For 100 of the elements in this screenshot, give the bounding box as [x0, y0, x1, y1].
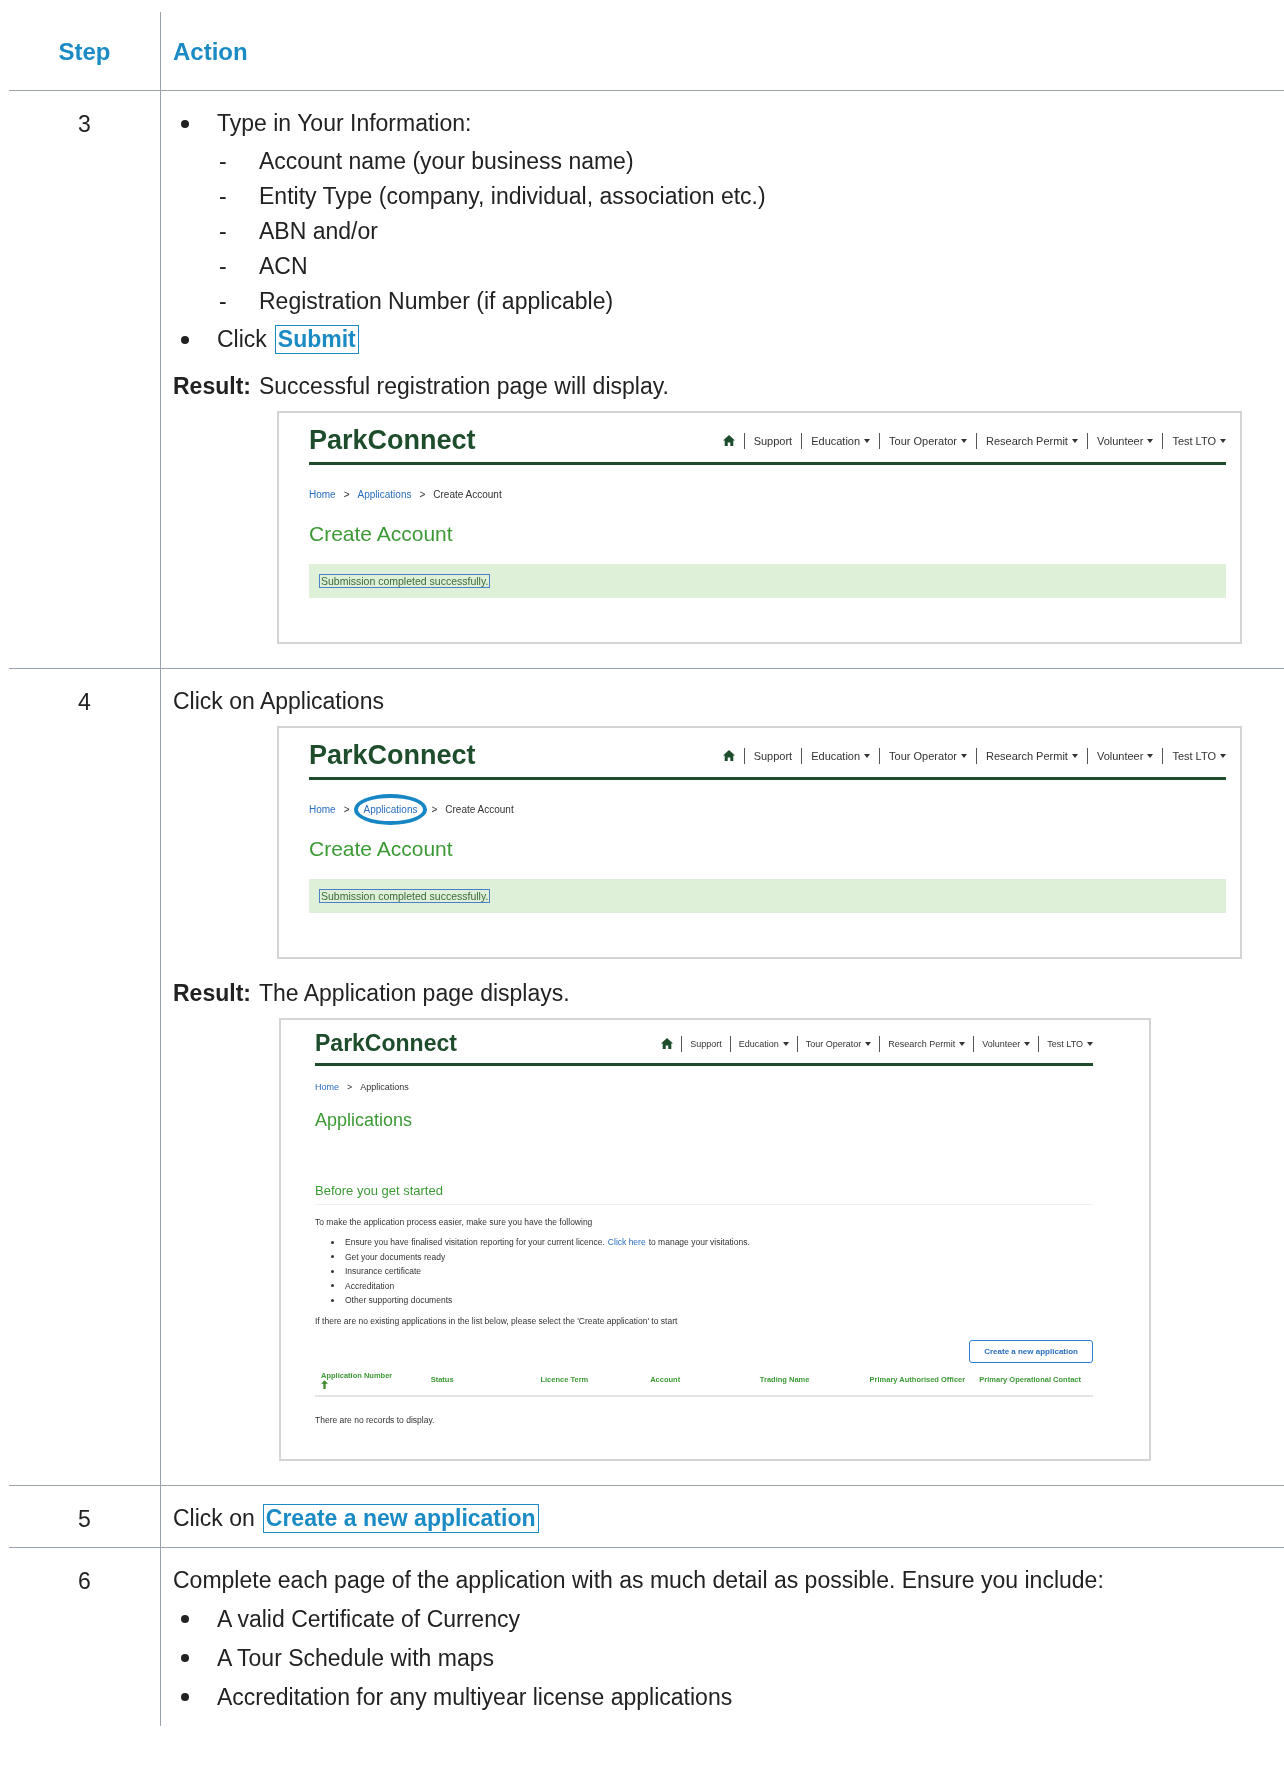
nav-menu-item[interactable]: Support: [753, 434, 793, 447]
dash-marker: -: [219, 253, 228, 280]
home-icon[interactable]: [722, 750, 735, 761]
nav-menu-item[interactable]: Tour Operator: [889, 749, 967, 762]
list-item-text: Account name (your business name): [259, 148, 634, 175]
breadcrumb-separator: >: [431, 804, 438, 815]
success-alert: Submission completed successfully.: [309, 879, 1226, 913]
caret-icon: [1071, 438, 1078, 443]
dash-marker: -: [219, 288, 228, 315]
intro-text: To make the application process easier, make sure you have the following: [315, 1217, 594, 1227]
bullet-icon: [331, 1284, 334, 1288]
bullet-icon: [331, 1298, 334, 1302]
page-heading: Applications: [315, 1110, 414, 1131]
list-item-text: Get your documents ready: [345, 1250, 446, 1264]
success-alert: Submission completed successfully.: [309, 564, 1226, 598]
breadcrumb-link[interactable]: Home: [309, 802, 336, 817]
nav-menu-item[interactable]: Tour Operator: [889, 434, 967, 447]
breadcrumb-link[interactable]: Applications: [353, 794, 428, 825]
list-item-text: Accreditation: [345, 1279, 395, 1293]
caret-icon: [1220, 753, 1226, 758]
caret-icon: [1220, 438, 1226, 443]
result-text: Successful registration page will display.: [258, 373, 669, 400]
breadcrumb-link[interactable]: Home: [315, 1080, 339, 1094]
section-heading: Before you get started: [315, 1183, 1093, 1205]
caret-icon: [864, 753, 871, 758]
site-logo: ParkConnect: [309, 740, 476, 771]
instruction-text: Complete each page of the application with as much detail as possible. Ensure you include:: [173, 1566, 1104, 1594]
list-item-text: Other supporting documents: [345, 1294, 453, 1307]
breadcrumb-separator: >: [343, 489, 350, 500]
nav-menu-item[interactable]: Research Permit: [888, 1038, 966, 1049]
step-number: 6: [78, 1566, 91, 1595]
bullet-icon: [331, 1255, 334, 1259]
caret-icon: [961, 753, 967, 758]
caret-icon: [1024, 1041, 1031, 1046]
caret-icon: [1147, 438, 1154, 443]
bullet-icon: [181, 1654, 189, 1662]
nav-menu-item[interactable]: Research Permit: [986, 434, 1078, 447]
step-number: 3: [78, 110, 91, 138]
page-heading: Create Account: [309, 837, 454, 861]
list-item-text: ABN and/or: [259, 218, 378, 245]
dash-marker: -: [219, 148, 228, 175]
home-icon[interactable]: [722, 435, 735, 446]
instruction-text: A Tour Schedule with maps: [217, 1644, 494, 1672]
caret-icon: [1071, 753, 1078, 758]
create-application-button[interactable]: Create a new application: [969, 1339, 1093, 1363]
site-logo: ParkConnect: [309, 425, 476, 456]
nav-menu-item[interactable]: Education: [738, 1038, 789, 1049]
list-item-text: Entity Type (company, individual, association etc.): [259, 183, 766, 210]
breadcrumb-separator: >: [347, 1082, 353, 1092]
bullet-icon: [181, 119, 189, 128]
breadcrumb-link[interactable]: Home: [309, 487, 336, 502]
button-reference: Create a new application: [262, 1503, 539, 1533]
column-header: Action: [173, 38, 248, 65]
result-text: The Application page displays.: [258, 980, 570, 1007]
nav-menu-item[interactable]: Support: [753, 749, 793, 762]
breadcrumb-link[interactable]: Applications: [357, 487, 412, 502]
column-header: Step: [58, 38, 111, 65]
step-number: 4: [78, 688, 91, 716]
list-item-text: to manage your visitations.: [648, 1236, 750, 1249]
nav-menu-item[interactable]: Test LTO: [1047, 1038, 1093, 1049]
click-here-link[interactable]: Click here: [607, 1235, 646, 1250]
empty-message: There are no records to display.: [315, 1414, 436, 1425]
instruction-text: A valid Certificate of Currency: [217, 1605, 520, 1633]
site-logo: ParkConnect: [315, 1030, 457, 1057]
caret-icon: [864, 438, 871, 443]
nav-menu-item[interactable]: Test LTO: [1172, 434, 1226, 447]
instruction-text: Accreditation for any multiyear license applications: [217, 1683, 733, 1711]
nav-menu-item[interactable]: Volunteer: [1096, 749, 1154, 762]
nav-menu-item[interactable]: Test LTO: [1172, 749, 1226, 762]
nav-menu-item[interactable]: Tour Operator: [805, 1038, 872, 1049]
bullet-icon: [331, 1269, 334, 1273]
caret-icon: [1087, 1041, 1093, 1046]
caret-icon: [865, 1041, 872, 1046]
bullet-icon: [181, 335, 189, 344]
breadcrumb-separator: >: [343, 804, 350, 815]
caret-icon: [961, 438, 967, 443]
list-item-text: Ensure you have finalised visitation reporting for your current licence.: [345, 1236, 605, 1249]
nav-menu-item[interactable]: Education: [811, 749, 871, 762]
nav-menu-item[interactable]: Volunteer: [982, 1038, 1031, 1049]
nav-menu-item[interactable]: Research Permit: [986, 749, 1078, 762]
instruction-text: Type in Your Information:: [217, 110, 472, 137]
caret-icon: [1147, 753, 1154, 758]
list-item-text: Insurance certificate: [345, 1265, 422, 1278]
nav-menu-item[interactable]: Education: [811, 434, 871, 447]
note-text: If there are no existing applications in the list below, please select the 'Create application' to start: [315, 1315, 679, 1326]
nav-menu-item[interactable]: Volunteer: [1096, 434, 1154, 447]
bullet-icon: [181, 1693, 189, 1701]
instruction-text: Click on: [173, 1504, 255, 1532]
instruction-text: Click on Applications: [173, 688, 384, 715]
sort-arrow-icon: [321, 1379, 328, 1389]
nav-menu-item[interactable]: Support: [690, 1038, 722, 1049]
result-label: Result:: [173, 373, 251, 400]
dash-marker: -: [219, 183, 228, 210]
breadcrumb-separator: >: [419, 489, 426, 500]
bullet-icon: [331, 1240, 334, 1244]
step-number: 5: [78, 1504, 91, 1533]
dash-marker: -: [219, 218, 228, 245]
page-heading: Create Account: [309, 522, 454, 546]
list-item-text: ACN: [259, 253, 308, 280]
home-icon[interactable]: [661, 1038, 674, 1049]
